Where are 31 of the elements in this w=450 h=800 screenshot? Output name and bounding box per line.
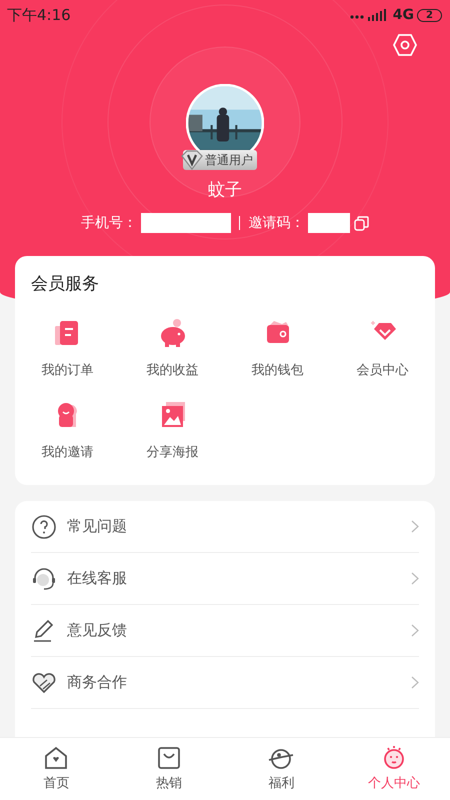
service-item[interactable]: 分享海报 — [120, 399, 225, 461]
headset-icon — [31, 566, 57, 592]
menu-item[interactable]: 在线客服 — [67, 569, 411, 588]
menu-item[interactable]: 商务合作 — [67, 673, 411, 692]
menu-item[interactable]: 意见反馈 — [67, 621, 411, 640]
tab[interactable]: 热销 — [112, 738, 225, 800]
service-item[interactable]: 我的邀请 — [15, 399, 120, 461]
network-label: 4G — [392, 7, 414, 23]
user-name: 蚊子 — [207, 179, 243, 201]
chevron-icon — [411, 572, 419, 585]
invite-label: 邀请码： — [248, 214, 304, 232]
service-item[interactable]: 我的订单 — [15, 317, 120, 379]
phone-label: 手机号： — [80, 214, 137, 232]
membership-badge: 普通用户 — [183, 150, 257, 170]
chevron-icon — [411, 676, 419, 689]
service-item[interactable]: 我的钱包 — [225, 317, 330, 379]
settings-icon[interactable] — [393, 34, 417, 56]
section-title: 会员服务 — [30, 273, 100, 295]
tab[interactable]: 福利 — [225, 738, 338, 800]
help-icon — [31, 514, 57, 540]
status-time: 下午4:16 — [7, 6, 71, 24]
copy-icon[interactable] — [354, 216, 370, 230]
chevron-icon — [411, 520, 419, 533]
chevron-icon — [411, 624, 419, 637]
tab[interactable]: 首页 — [0, 738, 112, 800]
battery-icon: 2 — [417, 8, 442, 22]
tab[interactable]: 个人中心 — [338, 738, 450, 800]
service-item[interactable]: 我的收益 — [120, 317, 225, 379]
redaction-box — [308, 213, 350, 233]
service-item[interactable]: 会员中心 — [330, 317, 435, 379]
menu-item[interactable]: 常见问题 — [67, 517, 411, 536]
